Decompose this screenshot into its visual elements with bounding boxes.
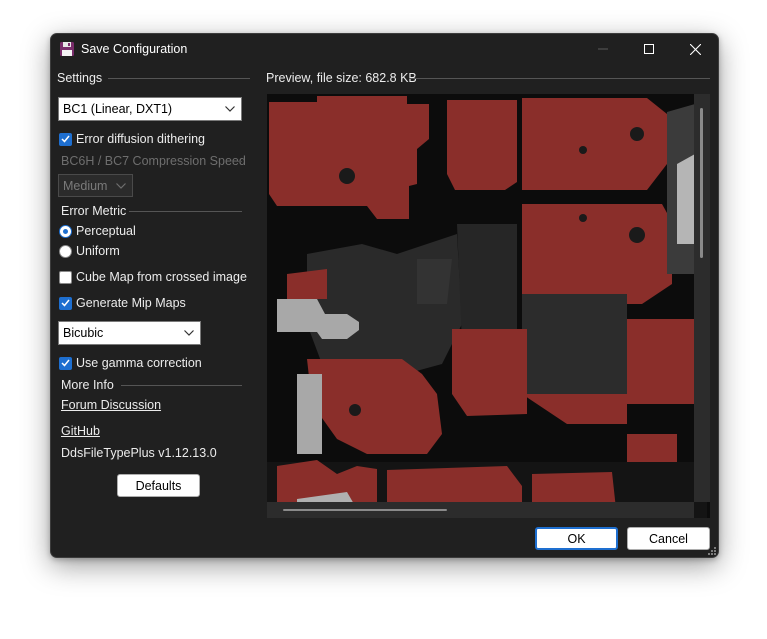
forum-discussion-link[interactable]: Forum Discussion — [61, 398, 161, 412]
version-label: DdsFileTypePlus v1.12.13.0 — [61, 446, 217, 460]
ok-button[interactable]: OK — [535, 527, 618, 550]
horizontal-scroll-thumb[interactable] — [283, 509, 447, 511]
format-dropdown[interactable]: BC1 (Linear, DXT1) — [58, 97, 242, 121]
preview-header: Preview, file size: 682.8 KB — [266, 71, 417, 85]
checkbox-empty-icon — [59, 270, 72, 284]
checkmark-icon — [59, 132, 72, 146]
radio-unselected-icon — [59, 244, 72, 258]
compression-speed-header: BC6H / BC7 Compression Speed — [61, 154, 246, 168]
defaults-button[interactable]: Defaults — [117, 474, 200, 497]
compression-speed-dropdown[interactable]: Medium — [58, 174, 133, 197]
error-metric-divider — [129, 211, 242, 212]
ok-button-label: OK — [567, 531, 586, 546]
maximize-button[interactable] — [626, 34, 672, 64]
metric-uniform-label: Uniform — [76, 244, 120, 258]
resample-filter-dropdown[interactable]: Bicubic — [58, 321, 201, 345]
settings-divider — [108, 78, 250, 79]
defaults-button-label: Defaults — [135, 478, 182, 493]
cube-map-checkbox[interactable]: Cube Map from crossed image — [59, 270, 247, 284]
format-dropdown-value: BC1 (Linear, DXT1) — [63, 102, 173, 116]
cube-map-label: Cube Map from crossed image — [76, 270, 247, 284]
metric-perceptual-radio[interactable]: Perceptual — [59, 224, 136, 238]
gamma-correction-checkbox[interactable]: Use gamma correction — [59, 356, 202, 370]
vertical-scroll-thumb[interactable] — [700, 108, 703, 258]
compression-speed-value: Medium — [63, 178, 108, 193]
resample-filter-value: Bicubic — [63, 326, 104, 340]
minimize-icon — [598, 48, 608, 50]
error-diffusion-label: Error diffusion dithering — [76, 132, 206, 146]
generate-mipmaps-label: Generate Mip Maps — [76, 296, 186, 310]
github-link[interactable]: GitHub — [61, 424, 100, 438]
title-bar[interactable]: Save Configuration — [51, 34, 718, 64]
maximize-icon — [644, 44, 654, 54]
texture-preview[interactable] — [267, 94, 710, 518]
save-configuration-dialog: Save Configuration Settings BC1 (Linear,… — [50, 33, 719, 558]
minimize-button[interactable] — [580, 34, 626, 64]
close-button[interactable] — [672, 34, 718, 64]
error-metric-header: Error Metric — [61, 204, 127, 218]
error-diffusion-checkbox[interactable]: Error diffusion dithering — [59, 132, 205, 146]
cancel-button[interactable]: Cancel — [627, 527, 710, 550]
texture-preview-image — [267, 94, 710, 518]
more-info-divider — [121, 385, 242, 386]
chevron-down-icon — [225, 106, 235, 112]
preview-vertical-scrollbar[interactable] — [694, 94, 710, 502]
floppy-disk-icon — [60, 42, 74, 56]
preview-divider — [409, 78, 710, 79]
metric-uniform-radio[interactable]: Uniform — [59, 244, 120, 258]
metric-perceptual-label: Perceptual — [76, 224, 136, 238]
close-icon — [689, 43, 701, 55]
preview-horizontal-scrollbar[interactable] — [267, 502, 694, 518]
chevron-down-icon — [116, 182, 126, 189]
window-title: Save Configuration — [81, 42, 188, 56]
chevron-down-icon — [184, 330, 194, 336]
generate-mipmaps-checkbox[interactable]: Generate Mip Maps — [59, 296, 186, 310]
gamma-correction-label: Use gamma correction — [76, 356, 202, 370]
cancel-button-label: Cancel — [649, 531, 688, 546]
checkmark-icon — [59, 356, 72, 370]
more-info-header: More Info — [61, 378, 114, 392]
radio-selected-icon — [59, 224, 72, 238]
settings-header: Settings — [57, 71, 103, 85]
compression-speed-divider — [236, 161, 242, 162]
resize-grip-icon[interactable] — [707, 546, 717, 556]
checkmark-icon — [59, 296, 72, 310]
